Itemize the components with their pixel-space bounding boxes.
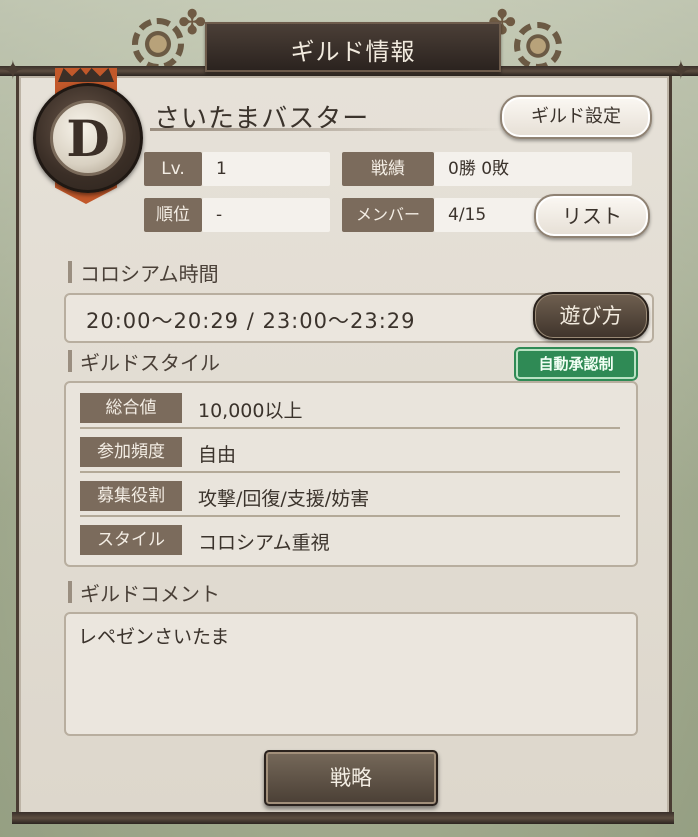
style-value: 10,000以上 bbox=[198, 400, 303, 422]
member-list-button[interactable]: リスト bbox=[534, 194, 650, 238]
row-divider bbox=[80, 471, 620, 473]
auto-approve-badge: 自動承認制 bbox=[516, 349, 636, 379]
guild-style-heading: ギルドスタイル bbox=[68, 347, 220, 376]
rank-label: 順位 bbox=[144, 198, 202, 232]
name-underline bbox=[150, 128, 510, 131]
bottom-rail bbox=[12, 812, 674, 824]
rail-ornament-right: ✦ bbox=[670, 56, 692, 86]
style-row-frequency: 参加頻度 自由 bbox=[80, 431, 620, 473]
window-title: ギルド情報 bbox=[290, 38, 416, 66]
style-row-total: 総合値 10,000以上 bbox=[80, 387, 620, 429]
style-label: 参加頻度 bbox=[80, 437, 182, 467]
strategy-button[interactable]: 戦略 bbox=[264, 750, 438, 806]
style-label: 総合値 bbox=[80, 393, 182, 423]
guild-settings-label: ギルド設定 bbox=[531, 106, 621, 127]
record-label: 戦績 bbox=[342, 152, 434, 186]
how-to-play-label: 遊び方 bbox=[559, 304, 623, 328]
level-label: Lv. bbox=[144, 152, 202, 186]
style-label: 募集役割 bbox=[80, 481, 182, 511]
rank-letter: D bbox=[66, 109, 110, 168]
title-plate: ギルド情報 bbox=[205, 22, 501, 72]
guild-comment-text: レペゼンさいたま bbox=[78, 626, 230, 648]
gear-decoration-right bbox=[514, 22, 562, 70]
style-row-style: スタイル コロシアム重視 bbox=[80, 519, 620, 559]
row-divider bbox=[80, 427, 620, 429]
members-label: メンバー bbox=[342, 198, 434, 232]
how-to-play-button[interactable]: 遊び方 bbox=[533, 292, 649, 340]
record-value: 0勝 0敗 bbox=[434, 152, 632, 186]
rank-value: - bbox=[202, 198, 330, 232]
gear-decoration-left bbox=[132, 18, 184, 70]
emblem-face: D bbox=[50, 100, 126, 176]
member-list-label: リスト bbox=[562, 204, 622, 228]
guild-rank-emblem: D bbox=[33, 83, 143, 193]
guild-comment-heading: ギルドコメント bbox=[68, 578, 220, 607]
style-value: コロシアム重視 bbox=[198, 532, 330, 554]
colosseum-time-text: 20:00〜20:29 / 23:00〜23:29 bbox=[86, 309, 416, 333]
clover-ornament-left: ✤ bbox=[178, 3, 207, 43]
level-value: 1 bbox=[202, 152, 330, 186]
guild-comment-box: レペゼンさいたま bbox=[64, 612, 638, 736]
colosseum-time-heading: コロシアム時間 bbox=[68, 258, 219, 287]
style-row-roles: 募集役割 攻撃/回復/支援/妨害 bbox=[80, 475, 620, 517]
guild-settings-button[interactable]: ギルド設定 bbox=[500, 95, 652, 139]
strategy-label: 戦略 bbox=[330, 766, 372, 790]
guild-style-box: 総合値 10,000以上 参加頻度 自由 募集役割 攻撃/回復/支援/妨害 スタ… bbox=[64, 381, 638, 567]
row-divider bbox=[80, 515, 620, 517]
style-label: スタイル bbox=[80, 525, 182, 555]
style-value: 自由 bbox=[198, 444, 237, 466]
style-value: 攻撃/回復/支援/妨害 bbox=[198, 488, 370, 510]
